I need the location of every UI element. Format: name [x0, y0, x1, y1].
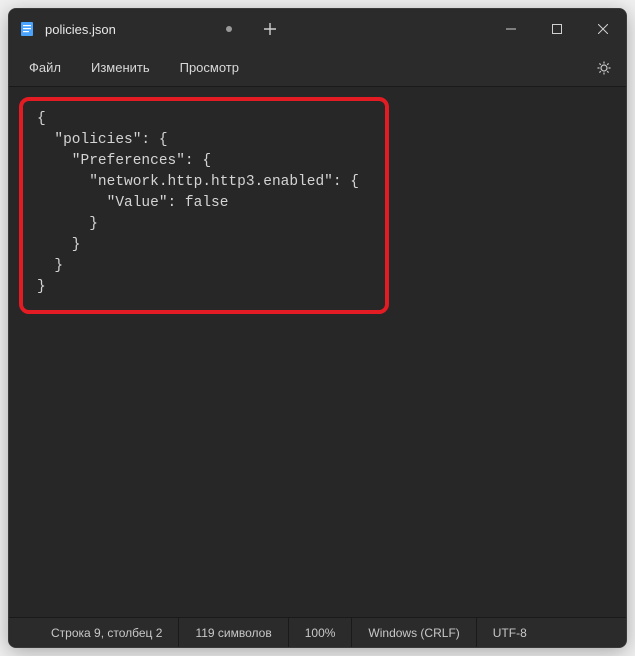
file-tab[interactable]: policies.json	[9, 9, 250, 49]
maximize-button[interactable]	[534, 9, 580, 49]
notepad-icon	[19, 21, 35, 37]
menu-edit[interactable]: Изменить	[77, 54, 164, 81]
status-zoom[interactable]: 100%	[289, 618, 353, 647]
window-controls	[488, 9, 626, 49]
modified-indicator-icon	[226, 26, 232, 32]
highlight-annotation: { "policies": { "Preferences": { "networ…	[19, 97, 389, 314]
status-position[interactable]: Строка 9, столбец 2	[9, 618, 179, 647]
minimize-button[interactable]	[488, 9, 534, 49]
tab-title: policies.json	[45, 22, 116, 37]
editor-content[interactable]: { "policies": { "Preferences": { "networ…	[37, 109, 371, 298]
status-line-ending[interactable]: Windows (CRLF)	[352, 618, 476, 647]
statusbar: Строка 9, столбец 2 119 символов 100% Wi…	[9, 617, 626, 647]
new-tab-button[interactable]	[250, 9, 290, 49]
editor-window: policies.json Файл Изменить Просмотр	[8, 8, 627, 648]
settings-button[interactable]	[588, 52, 620, 84]
menubar: Файл Изменить Просмотр	[9, 49, 626, 87]
titlebar: policies.json	[9, 9, 626, 49]
menu-file[interactable]: Файл	[15, 54, 75, 81]
editor-area[interactable]: { "policies": { "Preferences": { "networ…	[9, 87, 626, 617]
close-button[interactable]	[580, 9, 626, 49]
menu-view[interactable]: Просмотр	[166, 54, 253, 81]
status-chars[interactable]: 119 символов	[179, 618, 288, 647]
gear-icon	[596, 60, 612, 76]
status-encoding[interactable]: UTF-8	[477, 618, 543, 647]
